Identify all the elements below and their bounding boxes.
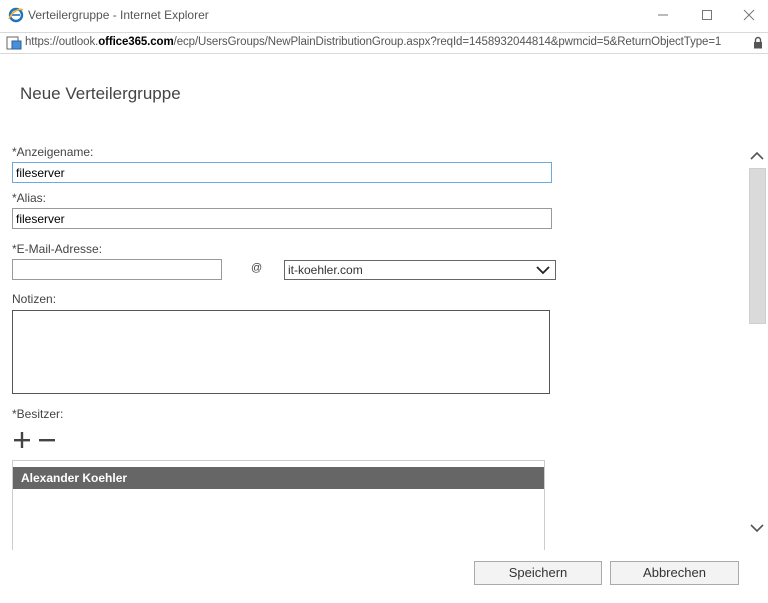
close-icon [743,9,755,21]
alias-label: *Alias: [12,191,47,205]
close-button[interactable] [726,0,768,30]
at-sign: @ [251,262,263,274]
maximize-button[interactable] [684,0,730,30]
display-name-label: *Anzeigename: [12,145,94,159]
scroll-up-icon[interactable] [748,148,766,164]
cancel-button[interactable]: Abbrechen [610,561,739,585]
minimize-icon [658,14,668,16]
window-title: Verteilergruppe - Internet Explorer [28,8,209,22]
lock-icon[interactable] [753,36,763,49]
notes-label: Notizen: [12,292,57,306]
internet-explorer-icon [8,7,24,23]
page-title: Neue Verteilergruppe [20,84,181,103]
alias-input[interactable] [12,208,552,229]
owner-name: Alexander Koehler [21,471,128,485]
domain-select-value: it-koehler.com [288,263,363,277]
minimize-button[interactable] [640,0,686,30]
domain-select[interactable]: it-koehler.com [284,260,556,280]
maximize-icon [702,10,712,20]
minus-icon[interactable] [39,432,57,448]
url-text: https://outlook.office365.com/ecp/UsersG… [25,36,722,48]
address-bar[interactable]: https://outlook.office365.com/ecp/UsersG… [0,32,768,54]
plus-icon[interactable] [14,432,32,448]
list-item[interactable]: Alexander Koehler [13,467,544,489]
window-titlebar: Verteilergruppe - Internet Explorer [0,0,768,30]
email-input[interactable] [12,259,222,280]
email-label: *E-Mail-Adresse: [12,242,103,256]
scrollbar-thumb[interactable] [749,168,766,324]
display-name-input[interactable] [12,162,552,183]
save-button[interactable]: Speichern [474,561,602,585]
owner-list: Alexander Koehler [12,460,545,550]
owner-label: *Besitzer: [12,407,64,421]
scroll-down-icon[interactable] [748,520,766,536]
chevron-down-icon [536,266,550,275]
page-icon [6,36,22,50]
notes-textarea[interactable] [12,310,550,394]
